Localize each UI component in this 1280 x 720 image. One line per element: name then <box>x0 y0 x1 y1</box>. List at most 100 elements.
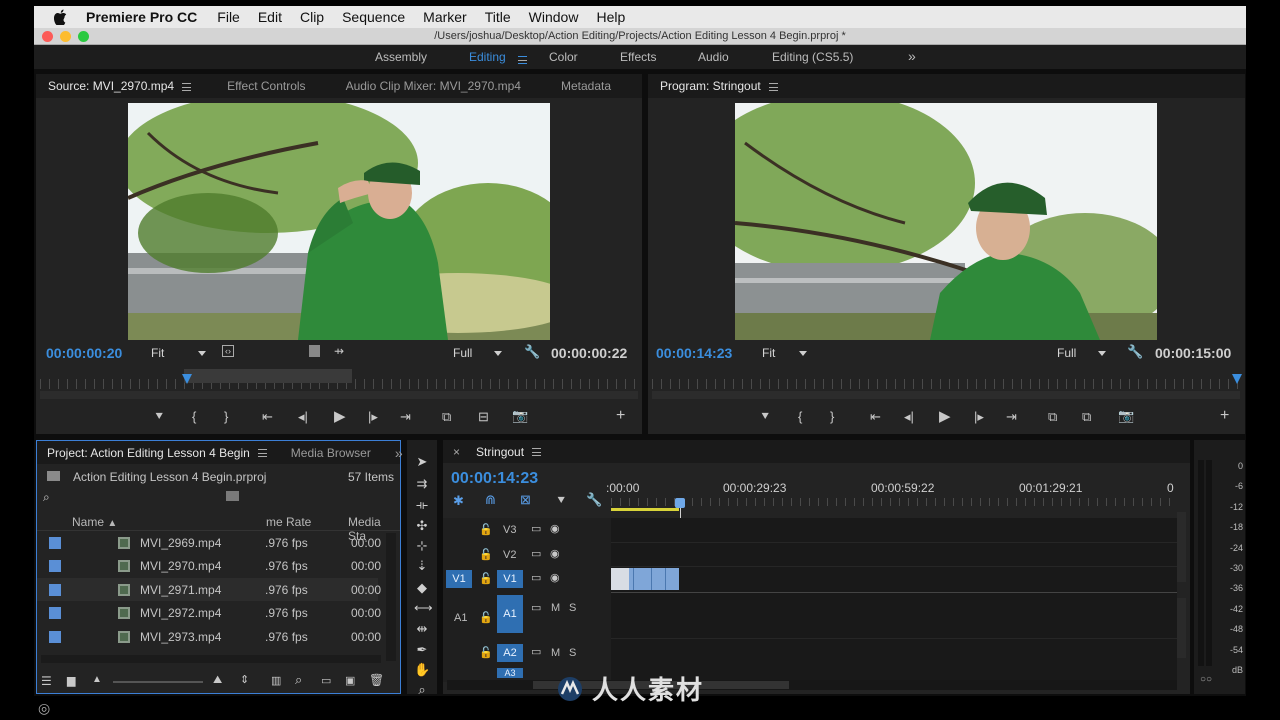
menu-help[interactable]: Help <box>596 9 625 25</box>
play-icon[interactable]: ▶ <box>939 407 951 425</box>
overwrite-icon[interactable]: ⊟ <box>478 409 489 425</box>
clip-name[interactable]: MVI_2971.mp4 <box>140 583 264 597</box>
zoom-tool-icon[interactable]: ⌕ <box>414 682 430 698</box>
drag-video-icon[interactable] <box>309 345 320 357</box>
track-target-a3[interactable]: A3 <box>497 668 523 678</box>
source-patch-a1[interactable]: A1 <box>454 612 467 624</box>
voice-over-icon[interactable]: ▭ <box>531 645 541 658</box>
timeline-v-scrollbar[interactable] <box>1177 512 1186 582</box>
zoom-out-icon[interactable]: ▲ <box>92 674 102 685</box>
tab-source[interactable]: Source: MVI_2970.mp4 <box>36 79 203 93</box>
eye-icon[interactable]: ◉ <box>550 571 560 584</box>
project-h-scrollbar[interactable] <box>41 655 381 663</box>
insert-icon[interactable]: ⧉ <box>442 409 451 425</box>
drag-audio-icon[interactable]: ⇸ <box>334 344 344 358</box>
menu-clip[interactable]: Clip <box>300 9 324 25</box>
selection-tool-icon[interactable]: ➤ <box>414 454 430 470</box>
new-bin-icon[interactable]: ▭ <box>321 674 331 687</box>
sync-lock-icon[interactable]: ▭ <box>531 547 541 560</box>
find-icon[interactable]: ⌕ <box>295 672 302 688</box>
ripple-edit-tool-icon[interactable]: ⟛ <box>414 497 430 513</box>
program-timecode[interactable]: 00:00:14:23 <box>656 345 732 361</box>
mute-a1[interactable]: M <box>551 602 560 614</box>
label-color-swatch[interactable] <box>49 630 61 643</box>
hand-icon[interactable]: ✋ <box>414 662 430 678</box>
tab-project[interactable]: Project: Action Editing Lesson 4 Begin <box>37 446 279 460</box>
menu-edit[interactable]: Edit <box>258 9 282 25</box>
program-scrollbar[interactable] <box>652 391 1240 399</box>
add-marker-icon[interactable]: ⯆ <box>556 493 566 509</box>
go-to-out-icon[interactable]: ⇥ <box>1006 409 1017 425</box>
export-frame-icon[interactable]: 📷 <box>512 408 528 424</box>
column-name[interactable]: Name ▲ <box>72 515 117 529</box>
timeline-a-scrollbar[interactable] <box>1177 598 1186 658</box>
settings-toggle-icon[interactable]: ‹› <box>222 345 234 357</box>
hand-tool-icon[interactable]: ✒ <box>414 642 430 658</box>
project-scrollbar[interactable] <box>386 533 396 661</box>
source-quality-select[interactable]: Full <box>453 346 503 360</box>
menu-window[interactable]: Window <box>529 9 579 25</box>
mark-in-icon[interactable]: { <box>798 409 802 424</box>
workspace-overflow-button[interactable]: » <box>908 48 916 64</box>
list-item[interactable]: MVI_2971.mp4.976 fps 00:00 <box>37 578 381 602</box>
lock-icon[interactable]: 🔓 <box>479 611 493 624</box>
rolling-edit-tool-icon[interactable]: ✣ <box>414 518 430 534</box>
source-in-out-range[interactable] <box>184 369 352 383</box>
panel-menu-icon[interactable] <box>768 82 778 91</box>
track-target-a1[interactable]: A1 <box>497 595 523 633</box>
zoom-window-button[interactable] <box>78 31 89 42</box>
minimize-window-button[interactable] <box>60 31 71 42</box>
video-clip[interactable] <box>611 568 629 590</box>
mute-a2[interactable]: M <box>551 647 560 659</box>
lock-icon[interactable]: 🔓 <box>479 523 493 536</box>
step-back-icon[interactable]: ◂| <box>904 409 914 425</box>
timeline-time-ruler[interactable] <box>611 498 1177 506</box>
column-frame-rate[interactable]: me Rate <box>266 515 311 529</box>
lock-icon[interactable]: 🔓 <box>479 646 493 659</box>
extract-icon[interactable]: ⧉ <box>1082 409 1091 425</box>
tab-stringout[interactable]: Stringout <box>472 445 553 459</box>
workspace-menu-icon[interactable] <box>518 52 527 66</box>
panel-menu-icon[interactable] <box>532 448 542 457</box>
apple-icon[interactable] <box>54 9 68 25</box>
automate-to-sequence-icon[interactable]: ▥ <box>271 674 281 687</box>
label-color-swatch[interactable] <box>49 607 61 620</box>
track-select-tool-icon[interactable]: ⇉ <box>414 476 430 492</box>
panel-menu-icon[interactable] <box>257 449 267 458</box>
icon-view-icon[interactable]: ▆ <box>67 674 75 687</box>
label-color-swatch[interactable] <box>49 536 61 549</box>
workspace-effects[interactable]: Effects <box>620 50 656 64</box>
add-marker-icon[interactable]: ⯆ <box>154 409 164 425</box>
list-item[interactable]: MVI_2972.mp4.976 fps 00:00 <box>37 602 381 625</box>
source-timecode[interactable]: 00:00:00:20 <box>46 345 122 361</box>
solo-a2[interactable]: S <box>569 647 576 659</box>
linked-selection-icon[interactable]: ⊠ <box>520 492 531 508</box>
tab-effect-controls[interactable]: Effect Controls <box>215 79 317 93</box>
slide-tool-icon[interactable]: ⟷ <box>414 600 433 616</box>
panel-menu-icon[interactable] <box>182 82 192 91</box>
clip-name[interactable]: MVI_2969.mp4 <box>140 536 264 550</box>
mark-out-icon[interactable]: } <box>224 409 228 424</box>
button-editor-icon[interactable]: + <box>1220 407 1229 425</box>
tab-metadata[interactable]: Metadata <box>549 79 623 93</box>
eye-icon[interactable]: ◉ <box>550 547 560 560</box>
step-forward-icon[interactable]: |▸ <box>974 409 984 425</box>
status-icon[interactable]: ◎ <box>38 700 50 717</box>
pen-tool-icon[interactable]: ⇹ <box>414 621 430 637</box>
solo-buttons[interactable]: ○○ <box>1200 674 1212 685</box>
trash-icon[interactable]: 🗑 <box>369 673 384 687</box>
source-patch-v1[interactable]: V1 <box>446 570 472 588</box>
source-scrollbar[interactable] <box>40 391 638 399</box>
sync-lock-icon[interactable]: ▭ <box>531 522 541 535</box>
track-target-v1[interactable]: V1 <box>497 570 523 588</box>
program-time-ruler[interactable] <box>652 379 1238 389</box>
workspace-assembly[interactable]: Assembly <box>375 50 427 64</box>
step-forward-icon[interactable]: |▸ <box>368 409 378 425</box>
close-sequence-icon[interactable]: × <box>443 445 472 459</box>
work-area-bar[interactable] <box>611 508 679 511</box>
list-item[interactable]: MVI_2969.mp4.976 fps 00:00 <box>37 531 381 554</box>
timeline-settings-icon[interactable]: 🔧 <box>586 492 602 508</box>
go-to-in-icon[interactable]: ⇤ <box>870 409 881 425</box>
lock-icon[interactable]: 🔓 <box>479 572 493 585</box>
workspace-editing[interactable]: Editing <box>469 50 506 64</box>
